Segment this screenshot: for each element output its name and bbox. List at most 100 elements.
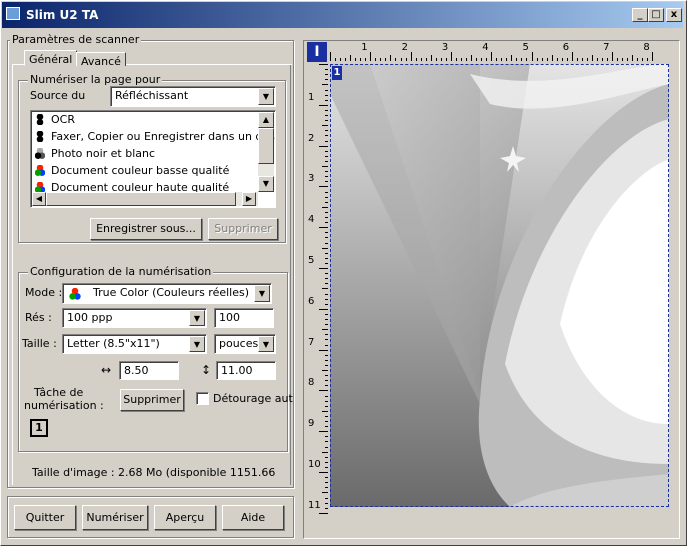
scan-button[interactable]: Numériser bbox=[82, 505, 148, 530]
ruler-tick bbox=[531, 52, 533, 61]
ruler-tick bbox=[325, 237, 328, 239]
ruler-tick bbox=[322, 410, 328, 412]
ruler-tick bbox=[325, 487, 328, 489]
unit-combo[interactable]: pouces ▼ bbox=[214, 334, 276, 354]
ruler-tick bbox=[647, 58, 649, 61]
chevron-down-icon[interactable]: ▼ bbox=[189, 310, 205, 326]
chevron-down-icon[interactable]: ▼ bbox=[258, 336, 274, 352]
minimize-button[interactable]: _ bbox=[632, 8, 648, 22]
width-value: 8.50 bbox=[124, 364, 149, 377]
height-input[interactable]: 11.00 bbox=[216, 361, 276, 380]
chevron-down-icon[interactable]: ▼ bbox=[258, 88, 274, 105]
ruler-tick bbox=[541, 58, 543, 61]
ruler-tick bbox=[325, 211, 328, 213]
list-vscroll-thumb[interactable] bbox=[258, 128, 274, 164]
ruler-label: 4 bbox=[482, 42, 489, 53]
scroll-right-icon[interactable]: ▶ bbox=[242, 192, 256, 206]
ruler-tick bbox=[325, 446, 328, 448]
help-button[interactable]: Aide bbox=[222, 505, 284, 530]
quit-button[interactable]: Quitter bbox=[14, 505, 76, 530]
chevron-down-icon[interactable]: ▼ bbox=[189, 336, 205, 352]
ruler-label: 11 bbox=[308, 499, 321, 511]
ruler-tick bbox=[325, 120, 328, 122]
size-label: Taille : bbox=[22, 337, 57, 350]
ruler-tick bbox=[602, 58, 604, 61]
title-bar[interactable]: Slim U2 TA bbox=[2, 2, 683, 28]
list-item[interactable]: Faxer, Copier ou Enregistrer dans un dos… bbox=[31, 128, 275, 145]
ruler-tick bbox=[319, 104, 328, 106]
ruler-tick bbox=[325, 313, 328, 315]
size-combo[interactable]: Letter (8.5"x11") ▼ bbox=[62, 334, 207, 354]
save-as-button[interactable]: Enregistrer sous... bbox=[90, 218, 202, 240]
ruler-tick bbox=[325, 191, 328, 193]
preview-button[interactable]: Aperçu bbox=[154, 505, 216, 530]
page-badge-icon[interactable]: 1 bbox=[332, 66, 342, 80]
source-combo[interactable]: Réfléchissant ▼ bbox=[110, 86, 276, 107]
ruler-tick bbox=[325, 319, 328, 320]
ruler-tick bbox=[536, 58, 538, 61]
ruler-tick bbox=[476, 58, 478, 61]
ruler-tick bbox=[460, 58, 462, 61]
width-input[interactable]: 8.50 bbox=[119, 361, 179, 380]
ruler-tick bbox=[325, 324, 328, 326]
resolution-value: 100 ppp bbox=[67, 311, 113, 324]
ruler-tick bbox=[450, 52, 452, 61]
ruler-tick bbox=[360, 58, 362, 61]
ruler-tick bbox=[375, 58, 377, 61]
ruler-tick bbox=[325, 171, 328, 173]
mode-combo[interactable]: True Color (Couleurs réelles) ▼ bbox=[62, 283, 272, 304]
list-item[interactable]: OCR bbox=[31, 111, 275, 128]
ruler-tick bbox=[325, 298, 328, 300]
ruler-tick bbox=[330, 52, 331, 61]
ruler-tick bbox=[637, 58, 639, 61]
ruler-tick bbox=[400, 58, 402, 61]
resolution-combo[interactable]: 100 ppp ▼ bbox=[62, 308, 207, 328]
ruler-tick bbox=[627, 58, 629, 61]
ruler-tick bbox=[481, 58, 483, 61]
maximize-button[interactable]: □ bbox=[648, 8, 664, 22]
list-item[interactable]: Photo noir et blanc bbox=[31, 145, 275, 162]
list-item[interactable]: Document couleur basse qualité bbox=[31, 162, 275, 179]
scroll-up-icon[interactable]: ▲ bbox=[258, 112, 274, 128]
close-button[interactable]: x bbox=[666, 8, 682, 22]
resolution-input-value: 100 bbox=[219, 311, 240, 324]
ruler-tick bbox=[511, 55, 513, 61]
size-value: Letter (8.5"x11") bbox=[67, 337, 160, 350]
ruler-tick bbox=[325, 222, 328, 224]
list-hscroll-thumb[interactable] bbox=[46, 192, 236, 206]
ruler-label: 9 bbox=[308, 418, 315, 430]
tab-advanced[interactable]: Avancé bbox=[76, 52, 126, 68]
height-value: 11.00 bbox=[221, 364, 253, 377]
delete-button-disabled[interactable]: Supprimer bbox=[208, 218, 278, 240]
vertical-ruler: 1 2 3 4 5 6 7 8 9 10 11 bbox=[307, 64, 329, 536]
ruler-tick bbox=[471, 55, 473, 61]
ruler-tick bbox=[325, 273, 328, 275]
task-label-2: numérisation : bbox=[24, 399, 104, 412]
ruler-tick bbox=[617, 58, 619, 61]
ruler-tick bbox=[322, 166, 328, 167]
ruler-tick bbox=[612, 52, 614, 61]
source-value: Réfléchissant bbox=[115, 89, 189, 102]
ruler-tick bbox=[325, 354, 328, 356]
auto-crop-checkbox[interactable] bbox=[196, 392, 209, 405]
ruler-tick bbox=[325, 405, 328, 407]
task-badge-icon[interactable]: 1 bbox=[30, 419, 48, 437]
resolution-input[interactable]: 100 bbox=[214, 308, 274, 328]
app-icon[interactable] bbox=[6, 7, 20, 20]
scroll-down-icon[interactable]: ▼ bbox=[258, 176, 274, 192]
resolution-label: Rés : bbox=[25, 311, 52, 324]
ruler-tick bbox=[325, 385, 328, 387]
chevron-down-icon[interactable]: ▼ bbox=[254, 285, 270, 302]
ruler-corner-icon[interactable]: I bbox=[307, 42, 327, 62]
ruler-tick bbox=[319, 186, 328, 188]
ruler-tick bbox=[350, 55, 352, 61]
ruler-tick bbox=[325, 477, 328, 479]
ruler-tick bbox=[325, 421, 328, 422]
tab-general[interactable]: Général bbox=[24, 50, 78, 66]
ruler-label: 3 bbox=[308, 173, 315, 185]
task-delete-button[interactable]: Supprimer bbox=[120, 389, 184, 411]
ruler-tick bbox=[319, 472, 328, 473]
scan-area-selection[interactable] bbox=[330, 64, 669, 507]
ruler-tick bbox=[325, 466, 328, 468]
scroll-left-icon[interactable]: ◀ bbox=[32, 192, 46, 206]
